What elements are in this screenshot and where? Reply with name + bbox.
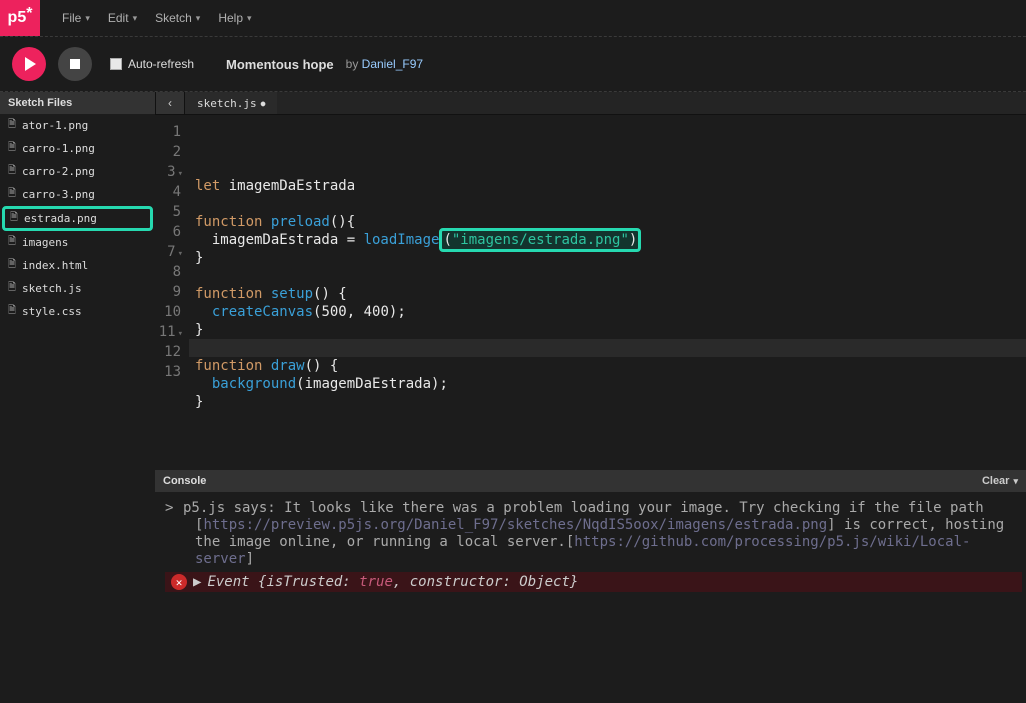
- file-item[interactable]: 🗎index.html: [0, 254, 155, 277]
- autorefresh-toggle[interactable]: Auto-refresh: [110, 57, 194, 71]
- console-title: Console: [163, 475, 206, 487]
- play-button[interactable]: [12, 47, 46, 81]
- gutter: 123▾4567▾891011▾1213: [155, 115, 189, 470]
- code-area[interactable]: let imagemDaEstrada function preload(){ …: [189, 115, 1026, 470]
- author-link[interactable]: Daniel_F97: [362, 57, 423, 71]
- file-icon: 🗎: [8, 140, 16, 157]
- dirty-icon: ●: [261, 99, 266, 108]
- menu-help[interactable]: Help▾: [210, 7, 259, 29]
- file-icon: 🗎: [10, 210, 18, 227]
- file-item[interactable]: 🗎carro-3.png: [0, 183, 155, 206]
- file-icon: 🗎: [8, 186, 16, 203]
- file-item[interactable]: 🗎ator-1.png: [0, 114, 155, 137]
- autorefresh-label: Auto-refresh: [128, 57, 194, 71]
- error-icon: ✕: [171, 574, 187, 590]
- main-row: Sketch Files 🗎ator-1.png🗎carro-1.png🗎car…: [0, 92, 1026, 703]
- file-icon: 🗎: [8, 280, 16, 297]
- console-header: Console Clear ▾: [155, 470, 1026, 492]
- console-error[interactable]: ✕ ▶ Event {isTrusted: true, constructor:…: [165, 572, 1022, 592]
- topbar: p5* File▾Edit▾Sketch▾Help▾: [0, 0, 1026, 36]
- expand-icon[interactable]: ▶: [193, 574, 201, 590]
- chevron-down-icon: ▾: [1013, 476, 1018, 487]
- console-link-1[interactable]: https://preview.p5js.org/Daniel_F97/sket…: [203, 517, 827, 533]
- sidebar: Sketch Files 🗎ator-1.png🗎carro-1.png🗎car…: [0, 92, 155, 703]
- menu-file[interactable]: File▾: [54, 7, 98, 29]
- file-icon: 🗎: [8, 163, 16, 180]
- tab-sketch[interactable]: sketch.js ●: [185, 92, 277, 114]
- console-message: > p5.js says: It looks like there was a …: [165, 500, 1022, 568]
- logo: p5*: [0, 0, 40, 36]
- menu-edit[interactable]: Edit▾: [100, 7, 145, 29]
- autorefresh-checkbox[interactable]: [110, 58, 122, 70]
- tab-label: sketch.js: [197, 97, 257, 110]
- file-icon: 🗎: [8, 117, 16, 134]
- file-item[interactable]: 🗎carro-1.png: [0, 137, 155, 160]
- file-item[interactable]: 🗎estrada.png: [2, 206, 153, 231]
- play-icon: [25, 57, 36, 71]
- console[interactable]: > p5.js says: It looks like there was a …: [155, 492, 1026, 703]
- file-list: 🗎ator-1.png🗎carro-1.png🗎carro-2.png🗎carr…: [0, 114, 155, 323]
- tabstrip: ‹ sketch.js ●: [155, 92, 1026, 114]
- file-item[interactable]: 🗎style.css: [0, 300, 155, 323]
- file-icon: 🗎: [8, 257, 16, 274]
- code-editor[interactable]: 123▾4567▾891011▾1213 let imagemDaEstrada…: [155, 114, 1026, 470]
- collapse-sidebar-button[interactable]: ‹: [155, 92, 185, 114]
- menu-bar: File▾Edit▾Sketch▾Help▾: [40, 7, 260, 29]
- file-item[interactable]: 🗎sketch.js: [0, 277, 155, 300]
- file-icon: 🗎: [8, 303, 16, 320]
- file-item[interactable]: 🗎imagens: [0, 231, 155, 254]
- menu-sketch[interactable]: Sketch▾: [147, 7, 208, 29]
- editor-wrap: ‹ sketch.js ● 123▾4567▾891011▾1213 let i…: [155, 92, 1026, 703]
- sidebar-header: Sketch Files: [0, 92, 155, 114]
- stop-icon: [70, 59, 80, 69]
- file-item[interactable]: 🗎carro-2.png: [0, 160, 155, 183]
- stop-button[interactable]: [58, 47, 92, 81]
- file-icon: 🗎: [8, 234, 16, 251]
- clear-button[interactable]: Clear ▾: [982, 475, 1018, 487]
- byline: by Daniel_F97: [346, 57, 423, 71]
- toolbar: Auto-refresh Momentous hope by Daniel_F9…: [0, 36, 1026, 92]
- project-name[interactable]: Momentous hope: [226, 57, 334, 72]
- clear-label: Clear: [982, 475, 1010, 487]
